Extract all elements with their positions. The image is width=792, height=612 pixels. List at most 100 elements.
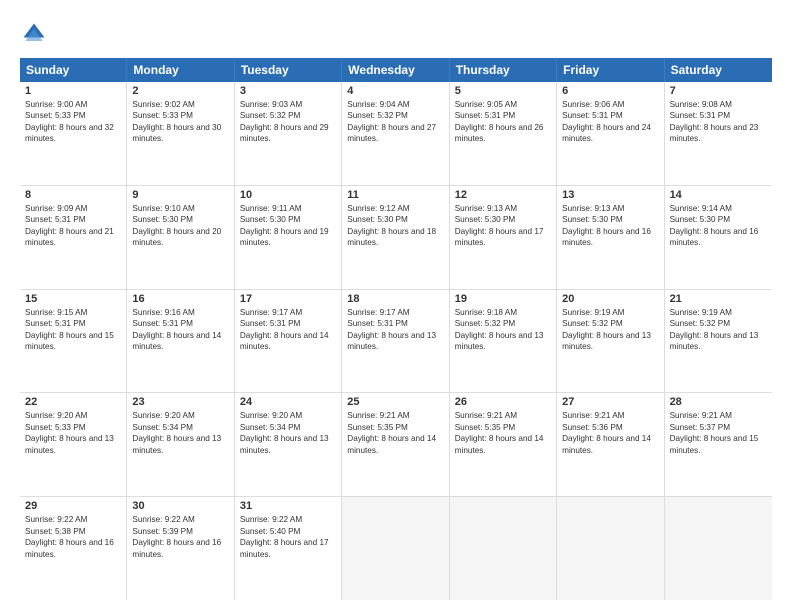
day-number: 3 xyxy=(240,85,336,97)
cell-info: Sunrise: 9:03 AMSunset: 5:32 PMDaylight:… xyxy=(240,99,336,145)
calendar-header-cell: Saturday xyxy=(665,58,772,82)
page-header xyxy=(20,16,772,48)
calendar-cell: 23 Sunrise: 9:20 AMSunset: 5:34 PMDayligh… xyxy=(127,393,234,496)
calendar-row: 29 Sunrise: 9:22 AMSunset: 5:38 PMDayligh… xyxy=(20,497,772,600)
calendar-cell: 24 Sunrise: 9:20 AMSunset: 5:34 PMDayligh… xyxy=(235,393,342,496)
calendar-header-cell: Tuesday xyxy=(235,58,342,82)
logo xyxy=(20,20,52,48)
calendar-cell: 25 Sunrise: 9:21 AMSunset: 5:35 PMDayligh… xyxy=(342,393,449,496)
day-number: 22 xyxy=(25,396,121,408)
cell-info: Sunrise: 9:06 AMSunset: 5:31 PMDaylight:… xyxy=(562,99,658,145)
calendar-cell: 22 Sunrise: 9:20 AMSunset: 5:33 PMDayligh… xyxy=(20,393,127,496)
day-number: 13 xyxy=(562,189,658,201)
day-number: 7 xyxy=(670,85,767,97)
calendar-cell: 13 Sunrise: 9:13 AMSunset: 5:30 PMDayligh… xyxy=(557,186,664,289)
cell-info: Sunrise: 9:16 AMSunset: 5:31 PMDaylight:… xyxy=(132,307,228,353)
calendar-cell: 5Sunrise: 9:05 AMSunset: 5:31 PMDaylight… xyxy=(450,82,557,185)
cell-info: Sunrise: 9:11 AMSunset: 5:30 PMDaylight:… xyxy=(240,203,336,249)
cell-info: Sunrise: 9:00 AMSunset: 5:33 PMDaylight:… xyxy=(25,99,121,145)
day-number: 15 xyxy=(25,293,121,305)
calendar-header-cell: Wednesday xyxy=(342,58,449,82)
day-number: 19 xyxy=(455,293,551,305)
cell-info: Sunrise: 9:17 AMSunset: 5:31 PMDaylight:… xyxy=(240,307,336,353)
calendar-cell: 8Sunrise: 9:09 AMSunset: 5:31 PMDaylight… xyxy=(20,186,127,289)
calendar-header-cell: Friday xyxy=(557,58,664,82)
calendar-cell: 17 Sunrise: 9:17 AMSunset: 5:31 PMDayligh… xyxy=(235,290,342,393)
day-number: 10 xyxy=(240,189,336,201)
calendar-body: 1 Sunrise: 9:00 AMSunset: 5:33 PMDaylight… xyxy=(20,82,772,600)
day-number: 6 xyxy=(562,85,658,97)
day-number: 14 xyxy=(670,189,767,201)
day-number: 9 xyxy=(132,189,228,201)
day-number: 1 xyxy=(25,85,121,97)
day-number: 16 xyxy=(132,293,228,305)
calendar-header-cell: Sunday xyxy=(20,58,127,82)
cell-info: Sunrise: 9:19 AMSunset: 5:32 PMDaylight:… xyxy=(562,307,658,353)
calendar-cell: 11Sunrise: 9:12 AMSunset: 5:30 PMDayligh… xyxy=(342,186,449,289)
day-number: 17 xyxy=(240,293,336,305)
calendar-cell: 4 Sunrise: 9:04 AMSunset: 5:32 PMDaylight… xyxy=(342,82,449,185)
cell-info: Sunrise: 9:20 AMSunset: 5:34 PMDaylight:… xyxy=(240,410,336,456)
calendar-cell: 9 Sunrise: 9:10 AMSunset: 5:30 PMDaylight… xyxy=(127,186,234,289)
day-number: 26 xyxy=(455,396,551,408)
calendar-cell xyxy=(342,497,449,600)
day-number: 24 xyxy=(240,396,336,408)
day-number: 30 xyxy=(132,500,228,512)
cell-info: Sunrise: 9:09 AMSunset: 5:31 PMDaylight:… xyxy=(25,203,121,249)
calendar-row: 22 Sunrise: 9:20 AMSunset: 5:33 PMDayligh… xyxy=(20,393,772,497)
day-number: 31 xyxy=(240,500,336,512)
calendar-row: 15 Sunrise: 9:15 AMSunset: 5:31 PMDayligh… xyxy=(20,290,772,394)
cell-info: Sunrise: 9:21 AMSunset: 5:37 PMDaylight:… xyxy=(670,410,767,456)
cell-info: Sunrise: 9:10 AMSunset: 5:30 PMDaylight:… xyxy=(132,203,228,249)
calendar-cell: 29 Sunrise: 9:22 AMSunset: 5:38 PMDayligh… xyxy=(20,497,127,600)
calendar-row: 8Sunrise: 9:09 AMSunset: 5:31 PMDaylight… xyxy=(20,186,772,290)
day-number: 29 xyxy=(25,500,121,512)
calendar-cell: 3 Sunrise: 9:03 AMSunset: 5:32 PMDaylight… xyxy=(235,82,342,185)
calendar-cell: 26Sunrise: 9:21 AMSunset: 5:35 PMDayligh… xyxy=(450,393,557,496)
cell-info: Sunrise: 9:22 AMSunset: 5:38 PMDaylight:… xyxy=(25,514,121,560)
day-number: 25 xyxy=(347,396,443,408)
day-number: 28 xyxy=(670,396,767,408)
cell-info: Sunrise: 9:13 AMSunset: 5:30 PMDaylight:… xyxy=(562,203,658,249)
cell-info: Sunrise: 9:15 AMSunset: 5:31 PMDaylight:… xyxy=(25,307,121,353)
cell-info: Sunrise: 9:02 AMSunset: 5:33 PMDaylight:… xyxy=(132,99,228,145)
cell-info: Sunrise: 9:21 AMSunset: 5:36 PMDaylight:… xyxy=(562,410,658,456)
cell-info: Sunrise: 9:04 AMSunset: 5:32 PMDaylight:… xyxy=(347,99,443,145)
day-number: 27 xyxy=(562,396,658,408)
calendar-cell: 2 Sunrise: 9:02 AMSunset: 5:33 PMDaylight… xyxy=(127,82,234,185)
cell-info: Sunrise: 9:20 AMSunset: 5:34 PMDaylight:… xyxy=(132,410,228,456)
calendar-cell xyxy=(665,497,772,600)
calendar-cell: 6 Sunrise: 9:06 AMSunset: 5:31 PMDaylight… xyxy=(557,82,664,185)
calendar-cell: 27 Sunrise: 9:21 AMSunset: 5:36 PMDayligh… xyxy=(557,393,664,496)
day-number: 11 xyxy=(347,189,443,201)
day-number: 12 xyxy=(455,189,551,201)
calendar-cell xyxy=(450,497,557,600)
day-number: 5 xyxy=(455,85,551,97)
calendar-cell: 19 Sunrise: 9:18 AMSunset: 5:32 PMDayligh… xyxy=(450,290,557,393)
calendar: SundayMondayTuesdayWednesdayThursdayFrid… xyxy=(20,58,772,600)
cell-info: Sunrise: 9:08 AMSunset: 5:31 PMDaylight:… xyxy=(670,99,767,145)
day-number: 20 xyxy=(562,293,658,305)
calendar-cell: 15 Sunrise: 9:15 AMSunset: 5:31 PMDayligh… xyxy=(20,290,127,393)
calendar-cell: 30 Sunrise: 9:22 AMSunset: 5:39 PMDayligh… xyxy=(127,497,234,600)
cell-info: Sunrise: 9:18 AMSunset: 5:32 PMDaylight:… xyxy=(455,307,551,353)
cell-info: Sunrise: 9:22 AMSunset: 5:40 PMDaylight:… xyxy=(240,514,336,560)
cell-info: Sunrise: 9:21 AMSunset: 5:35 PMDaylight:… xyxy=(347,410,443,456)
cell-info: Sunrise: 9:22 AMSunset: 5:39 PMDaylight:… xyxy=(132,514,228,560)
calendar-cell: 7 Sunrise: 9:08 AMSunset: 5:31 PMDaylight… xyxy=(665,82,772,185)
day-number: 4 xyxy=(347,85,443,97)
cell-info: Sunrise: 9:13 AMSunset: 5:30 PMDaylight:… xyxy=(455,203,551,249)
day-number: 23 xyxy=(132,396,228,408)
cell-info: Sunrise: 9:19 AMSunset: 5:32 PMDaylight:… xyxy=(670,307,767,353)
calendar-cell: 31 Sunrise: 9:22 AMSunset: 5:40 PMDayligh… xyxy=(235,497,342,600)
calendar-cell xyxy=(557,497,664,600)
cell-info: Sunrise: 9:20 AMSunset: 5:33 PMDaylight:… xyxy=(25,410,121,456)
calendar-header-cell: Thursday xyxy=(450,58,557,82)
calendar-cell: 1 Sunrise: 9:00 AMSunset: 5:33 PMDaylight… xyxy=(20,82,127,185)
day-number: 21 xyxy=(670,293,767,305)
day-number: 2 xyxy=(132,85,228,97)
day-number: 18 xyxy=(347,293,443,305)
calendar-cell: 10 Sunrise: 9:11 AMSunset: 5:30 PMDayligh… xyxy=(235,186,342,289)
cell-info: Sunrise: 9:14 AMSunset: 5:30 PMDaylight:… xyxy=(670,203,767,249)
calendar-header: SundayMondayTuesdayWednesdayThursdayFrid… xyxy=(20,58,772,82)
